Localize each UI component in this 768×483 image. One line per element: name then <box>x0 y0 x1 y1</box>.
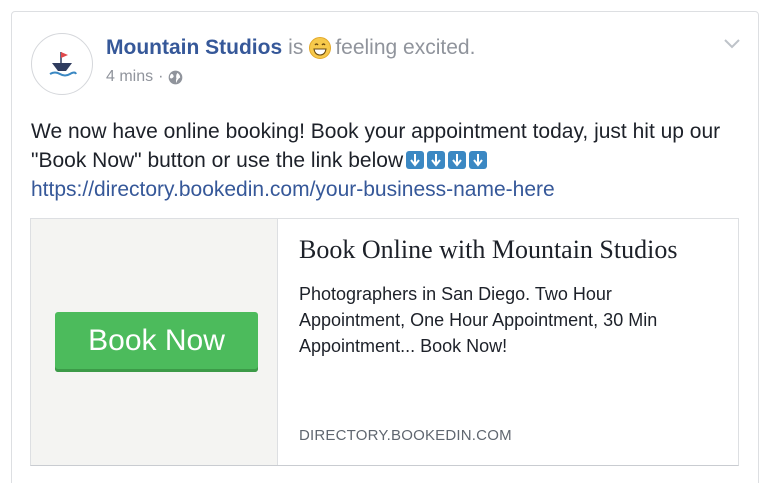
link-preview-info: Book Online with Mountain Studios Photog… <box>299 233 719 359</box>
link-preview-description: Photographers in San Diego. Two Hour App… <box>299 284 658 356</box>
book-now-button[interactable]: Book Now <box>55 312 258 372</box>
down-arrow-icon <box>448 151 467 169</box>
timestamp-link[interactable]: 4 mins <box>106 68 153 86</box>
down-arrow-icon <box>406 151 425 169</box>
post-body-text: We now have online booking! Book your ap… <box>31 120 721 172</box>
down-arrow-icon <box>427 151 446 169</box>
post-header: Mountain Studios is feeling excited. <box>106 36 475 60</box>
meta-separator: · <box>158 68 164 85</box>
page-name-link[interactable]: Mountain Studios <box>106 36 282 60</box>
post-url-link[interactable]: https://directory.bookedin.com/your-busi… <box>31 175 555 204</box>
link-preview-domain: DIRECTORY.BOOKEDIN.COM <box>299 427 512 444</box>
link-preview-image[interactable]: Book Now <box>31 219 278 465</box>
down-arrow-icon <box>469 151 488 169</box>
chevron-down-icon[interactable] <box>722 36 742 50</box>
link-preview-title[interactable]: Book Online with Mountain Studios <box>299 233 719 267</box>
avatar[interactable] <box>31 33 93 95</box>
post-body: We now have online booking! Book your ap… <box>31 117 731 175</box>
post-meta: 4 mins · <box>106 68 183 86</box>
boat-logo-icon <box>49 52 77 77</box>
link-preview-card[interactable]: Book Now Book Online with Mountain Studi… <box>30 218 739 466</box>
feeling-text: feeling excited. <box>335 36 476 59</box>
grinning-face-icon <box>309 37 332 59</box>
is-text: is <box>288 36 304 59</box>
globe-icon[interactable] <box>168 70 183 85</box>
